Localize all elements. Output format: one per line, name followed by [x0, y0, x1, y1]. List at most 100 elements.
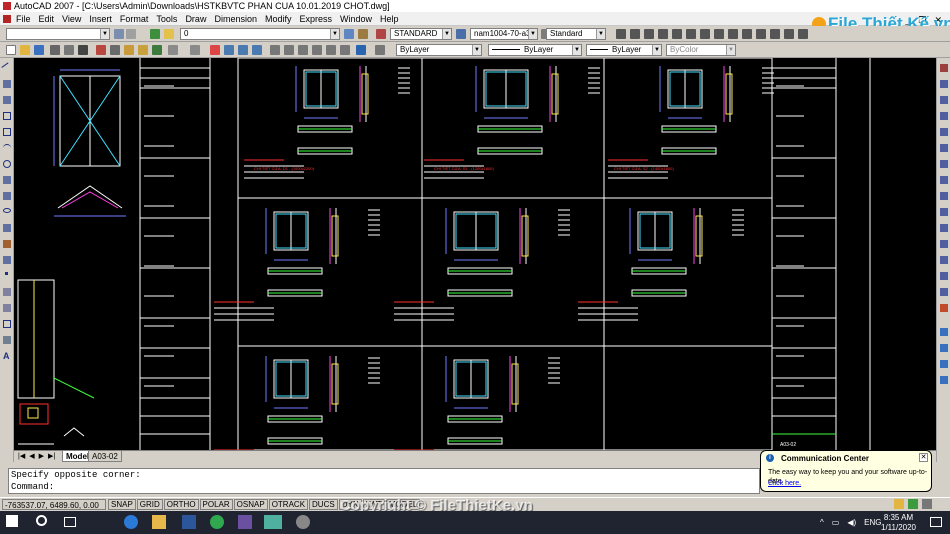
line-icon[interactable]: [1, 62, 13, 74]
dimension-ordinate-icon[interactable]: [658, 29, 668, 39]
polyline-icon[interactable]: [3, 96, 11, 104]
design-center-icon[interactable]: [284, 45, 294, 55]
click-here-link[interactable]: Click here.: [768, 480, 801, 487]
markup-icon[interactable]: [326, 45, 336, 55]
layer-dropdown[interactable]: 0 ▼: [180, 28, 340, 40]
dimension-linear-icon[interactable]: [616, 29, 626, 39]
otrack-toggle[interactable]: OTRACK: [268, 499, 309, 510]
menu-view[interactable]: View: [62, 12, 81, 26]
copy-object-icon[interactable]: [940, 80, 948, 88]
ducs-toggle[interactable]: DUCS: [309, 499, 338, 510]
dim-style-dropdown[interactable]: nam1004-70-a3 ▼: [470, 28, 538, 40]
word-icon[interactable]: [182, 515, 196, 529]
tool-palettes-icon[interactable]: [298, 45, 308, 55]
block-editor-icon[interactable]: [152, 45, 162, 55]
insert-block-icon[interactable]: [3, 240, 11, 248]
clock[interactable]: 8:35 AM 1/11/2020: [881, 513, 916, 533]
menu-help[interactable]: Help: [380, 12, 399, 26]
menu-draw[interactable]: Draw: [185, 12, 206, 26]
autocad-taskbar-icon[interactable]: [264, 515, 282, 529]
bring-above-icon[interactable]: [940, 376, 948, 384]
stretch-icon[interactable]: [940, 192, 948, 200]
lightbulb-icon[interactable]: [164, 29, 174, 39]
hatch-icon[interactable]: [3, 288, 11, 296]
menu-modify[interactable]: Modify: [265, 12, 292, 26]
multiline-text-icon[interactable]: A: [3, 352, 11, 361]
text-style-icon[interactable]: [376, 29, 386, 39]
tray-settings-icon[interactable]: [922, 499, 932, 509]
toolbar-icon[interactable]: [126, 29, 136, 39]
match-properties-icon[interactable]: [138, 45, 148, 55]
close-icon[interactable]: ✕: [919, 453, 928, 462]
properties-icon[interactable]: [270, 45, 280, 55]
table-icon[interactable]: [3, 336, 11, 344]
menu-edit[interactable]: Edit: [39, 12, 55, 26]
mirror-icon[interactable]: [940, 96, 948, 104]
menu-format[interactable]: Format: [120, 12, 149, 26]
command-line[interactable]: Specify opposite corner: Command:: [8, 468, 760, 494]
layer-previous-icon[interactable]: [358, 29, 368, 39]
dimension-arc-icon[interactable]: [644, 29, 654, 39]
chrome-icon[interactable]: [210, 515, 224, 529]
make-block-icon[interactable]: [3, 256, 11, 264]
bring-to-front-icon[interactable]: [940, 344, 948, 352]
document-icon[interactable]: [3, 15, 11, 23]
menu-dimension[interactable]: Dimension: [214, 12, 257, 26]
make-current-layer-icon[interactable]: [344, 29, 354, 39]
app-icon[interactable]: [238, 515, 252, 529]
communication-center-icon[interactable]: [908, 499, 918, 509]
table-style-dropdown[interactable]: Standard ▼: [546, 28, 606, 40]
menu-tools[interactable]: Tools: [156, 12, 177, 26]
menu-insert[interactable]: Insert: [89, 12, 112, 26]
task-view-icon[interactable]: [64, 517, 76, 527]
quick-dimension-icon[interactable]: [714, 29, 724, 39]
dimension-radius-icon[interactable]: [672, 29, 682, 39]
zoom-window-icon[interactable]: [238, 45, 248, 55]
dimension-diameter-icon[interactable]: [686, 29, 696, 39]
input-language[interactable]: ENG: [864, 518, 881, 527]
join-icon[interactable]: [940, 256, 948, 264]
zoom-realtime-icon[interactable]: [224, 45, 234, 55]
text-style-dropdown[interactable]: STANDARD ▼: [390, 28, 452, 40]
array-icon[interactable]: [940, 128, 948, 136]
notifications-icon[interactable]: [930, 517, 942, 527]
grid-toggle[interactable]: GRID: [136, 499, 163, 510]
dimension-aligned-icon[interactable]: [630, 29, 640, 39]
quickcalc-icon[interactable]: [340, 45, 350, 55]
extend-icon[interactable]: [940, 224, 948, 232]
leader-icon[interactable]: [756, 29, 766, 39]
zoom-previous-icon[interactable]: [252, 45, 262, 55]
sheet-set-icon[interactable]: [312, 45, 322, 55]
open-folder-icon[interactable]: [20, 45, 30, 55]
erase-icon[interactable]: [940, 64, 948, 72]
next-tab-arrow-icon[interactable]: ▶: [39, 451, 44, 462]
undo-icon[interactable]: [168, 45, 178, 55]
rotate-icon[interactable]: [940, 160, 948, 168]
dimension-edit-icon[interactable]: [798, 29, 808, 39]
lineweight-dropdown[interactable]: ByLayer ▼: [586, 44, 662, 56]
last-tab-arrow-icon[interactable]: ▶|: [48, 451, 55, 462]
region-icon[interactable]: [3, 320, 11, 328]
edge-icon[interactable]: [124, 515, 138, 529]
network-icon[interactable]: ▭: [832, 518, 840, 527]
tab-a03-02[interactable]: A03-02: [88, 451, 122, 462]
first-tab-arrow-icon[interactable]: |◀: [18, 451, 25, 462]
continue-dimension-icon[interactable]: [742, 29, 752, 39]
explode-icon[interactable]: [940, 304, 948, 312]
revision-cloud-icon[interactable]: [3, 176, 11, 184]
tray-up-arrow-icon[interactable]: ^: [820, 518, 824, 527]
rectangle-icon[interactable]: [3, 128, 11, 136]
construction-line-icon[interactable]: [3, 80, 11, 88]
point-icon[interactable]: [5, 272, 8, 275]
polygon-icon[interactable]: [3, 112, 11, 120]
search-icon[interactable]: [36, 515, 47, 526]
draw-order-icon[interactable]: [940, 328, 948, 336]
workspace-settings-icon[interactable]: [114, 29, 124, 39]
osnap-toggle[interactable]: OSNAP: [233, 499, 268, 510]
ellipse-icon[interactable]: [3, 208, 11, 213]
new-file-icon[interactable]: [6, 45, 16, 55]
trim-icon[interactable]: [940, 208, 948, 216]
layer-manager-icon[interactable]: [150, 29, 160, 39]
copy-icon[interactable]: [110, 45, 120, 55]
chamfer-icon[interactable]: [940, 272, 948, 280]
